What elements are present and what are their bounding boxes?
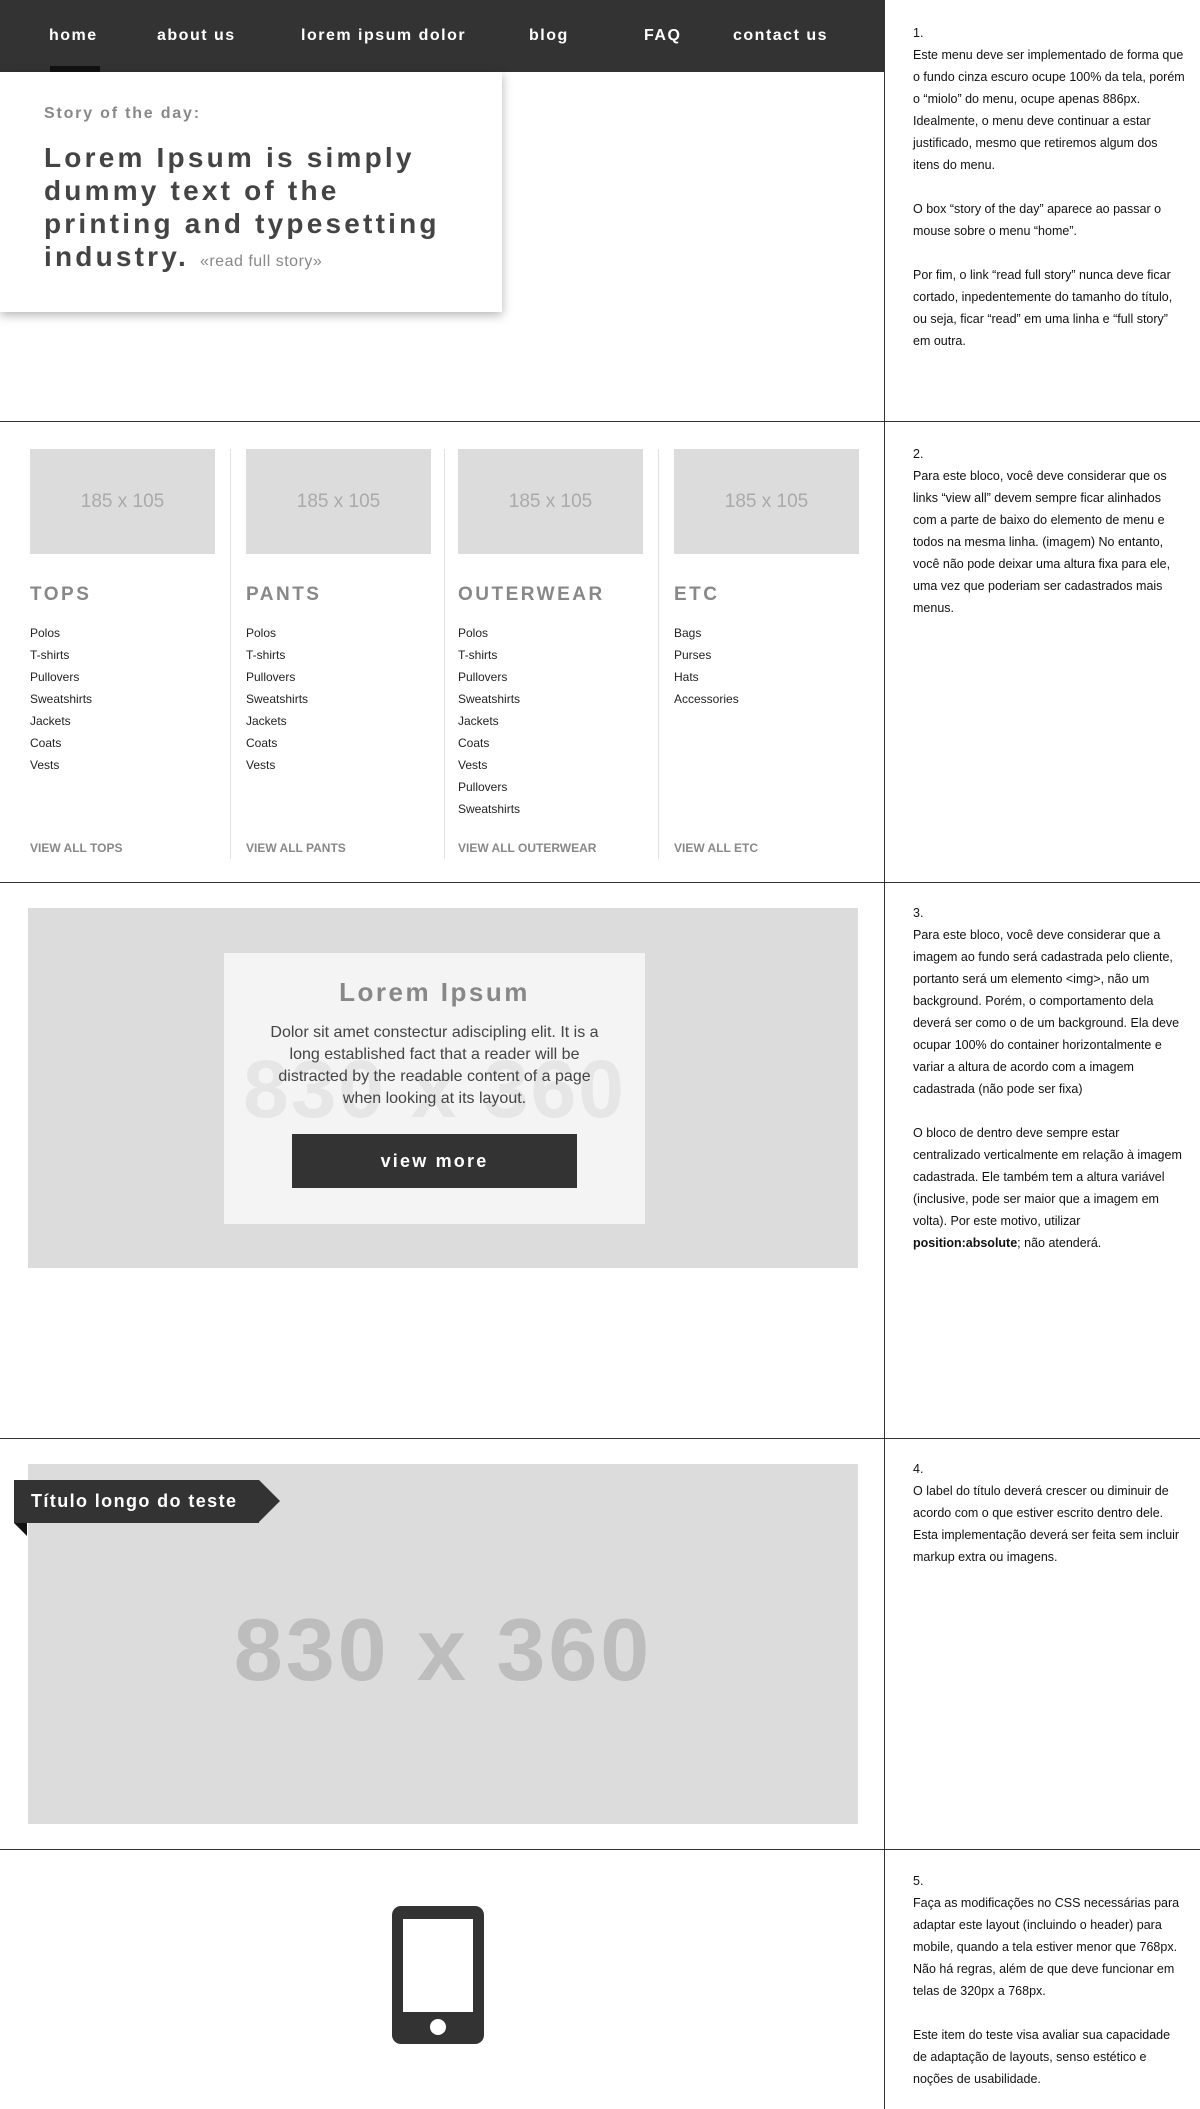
category-title: ETC xyxy=(674,584,720,605)
list-item[interactable]: Vests xyxy=(458,754,643,776)
list-item[interactable]: Pullovers xyxy=(458,666,643,688)
note-4: 4. O label do título deverá crescer ou d… xyxy=(913,1458,1185,1568)
promo-text: Dolor sit amet constectur adiscipling el… xyxy=(270,1024,599,1107)
list-item[interactable]: Polos xyxy=(246,622,431,644)
view-more-button[interactable]: view more xyxy=(292,1134,577,1188)
note-paragraph: Este item do teste visa avaliar sua capa… xyxy=(913,2028,1171,2086)
story-label: Story of the day: xyxy=(44,105,201,122)
column-divider xyxy=(444,449,445,859)
list-item[interactable]: Coats xyxy=(30,732,215,754)
nav-item-contact-us[interactable]: contact us xyxy=(733,0,828,72)
promo-banner-image: 830 x 360 Lorem Ipsum Dolor sit amet con… xyxy=(28,908,858,1268)
note-3: 3. Para este bloco, você deve considerar… xyxy=(913,902,1185,1254)
promo-content-box: 830 x 360 Lorem Ipsum Dolor sit amet con… xyxy=(224,953,645,1224)
list-item[interactable]: Jackets xyxy=(30,710,215,732)
category-title: OUTERWEAR xyxy=(458,584,605,605)
read-full-story-link[interactable]: «read full story» xyxy=(200,253,322,270)
note-number: 2. xyxy=(913,447,924,461)
category-column-outerwear: 185 x 105 OUTERWEAR Polos T-shirts Pullo… xyxy=(458,449,643,859)
main-nav: home about us lorem ipsum dolor blog FAQ… xyxy=(0,0,885,72)
note-1: 1. Este menu deve ser implementado de fo… xyxy=(913,22,1185,352)
note-5: 5. Faça as modificações no CSS necessári… xyxy=(913,1870,1185,2090)
note-paragraph: Faça as modificações no CSS necessárias … xyxy=(913,1896,1180,1998)
category-column-pants: 185 x 105 PANTS Polos T-shirts Pullovers… xyxy=(246,449,431,859)
category-column-tops: 185 x 105 TOPS Polos T-shirts Pullovers … xyxy=(30,449,215,859)
list-item[interactable]: Jackets xyxy=(458,710,643,732)
list-item[interactable]: Accessories xyxy=(674,688,859,710)
list-item[interactable]: Jackets xyxy=(246,710,431,732)
note-number: 3. xyxy=(913,906,924,920)
note-paragraph: O label do título deverá crescer ou dimi… xyxy=(913,1484,1180,1564)
list-item[interactable]: Polos xyxy=(458,622,643,644)
category-column-etc: 185 x 105 ETC Bags Purses Hats Accessori… xyxy=(674,449,859,859)
note-number: 5. xyxy=(913,1874,924,1888)
note-paragraph: Para este bloco, você deve considerar qu… xyxy=(913,469,1171,615)
view-all-etc-link[interactable]: VIEW ALL ETC xyxy=(674,841,758,855)
list-item[interactable]: Coats xyxy=(458,732,643,754)
nav-item-lorem-ipsum-dolor[interactable]: lorem ipsum dolor xyxy=(301,0,466,72)
mobile-phone-icon xyxy=(392,1906,484,2044)
list-item[interactable]: T-shirts xyxy=(30,644,215,666)
list-item[interactable]: Coats xyxy=(246,732,431,754)
category-thumbnail: 185 x 105 xyxy=(30,449,215,554)
list-item[interactable]: Vests xyxy=(30,754,215,776)
category-list: Polos T-shirts Pullovers Sweatshirts Jac… xyxy=(30,622,215,776)
nav-item-about-us[interactable]: about us xyxy=(157,0,236,72)
list-item[interactable]: Hats xyxy=(674,666,859,688)
note-2: 2. Para este bloco, você deve considerar… xyxy=(913,443,1185,619)
note-paragraph: Por fim, o link “read full story” nunca … xyxy=(913,268,1173,348)
list-item[interactable]: Pullovers xyxy=(458,776,643,798)
section-divider xyxy=(0,1849,1200,1850)
list-item[interactable]: Bags xyxy=(674,622,859,644)
list-item[interactable]: Pullovers xyxy=(246,666,431,688)
list-item[interactable]: Pullovers xyxy=(30,666,215,688)
note-number: 1. xyxy=(913,26,924,40)
note-text: O bloco de dentro deve sempre estar cent… xyxy=(913,1126,1182,1228)
category-thumbnail: 185 x 105 xyxy=(246,449,431,554)
nav-item-faq[interactable]: FAQ xyxy=(644,0,681,72)
list-item[interactable]: Purses xyxy=(674,644,859,666)
list-item[interactable]: Sweatshirts xyxy=(246,688,431,710)
note-paragraph: O bloco de dentro deve sempre estar cent… xyxy=(913,1122,1185,1254)
category-list: Polos T-shirts Pullovers Sweatshirts Jac… xyxy=(246,622,431,776)
note-paragraph: Para este bloco, você deve considerar qu… xyxy=(913,928,1180,1096)
list-item[interactable]: Sweatshirts xyxy=(30,688,215,710)
category-thumbnail: 185 x 105 xyxy=(458,449,643,554)
promo-title: Lorem Ipsum xyxy=(339,977,530,1007)
image-size-placeholder: 830 x 360 xyxy=(233,1600,653,1699)
title-ribbon-label: Título longo do teste xyxy=(14,1480,281,1523)
column-divider xyxy=(658,449,659,859)
category-title: PANTS xyxy=(246,584,322,605)
section-divider xyxy=(0,882,1200,883)
column-divider xyxy=(230,449,231,859)
list-item[interactable]: Sweatshirts xyxy=(458,688,643,710)
note-paragraph: Este menu deve ser implementado de forma… xyxy=(913,48,1185,172)
list-item[interactable]: Polos xyxy=(30,622,215,644)
story-of-the-day-box: Story of the day: Lorem Ipsum is simply … xyxy=(0,72,502,312)
list-item[interactable]: T-shirts xyxy=(246,644,431,666)
note-number: 4. xyxy=(913,1462,924,1476)
note-text: ; não atenderá. xyxy=(1017,1236,1102,1250)
category-list: Polos T-shirts Pullovers Sweatshirts Jac… xyxy=(458,622,643,820)
list-item[interactable]: Sweatshirts xyxy=(458,798,643,820)
nav-item-blog[interactable]: blog xyxy=(529,0,569,72)
category-title: TOPS xyxy=(30,584,92,605)
ribbon-fold xyxy=(14,1523,27,1536)
note-bold-text: position:absolute xyxy=(913,1236,1018,1250)
nav-item-home[interactable]: home xyxy=(49,0,98,72)
list-item[interactable]: Vests xyxy=(246,754,431,776)
story-title: Lorem Ipsum is simply dummy text of the … xyxy=(44,141,458,278)
view-all-outerwear-link[interactable]: VIEW ALL OUTERWEAR xyxy=(458,841,596,855)
view-all-tops-link[interactable]: VIEW ALL TOPS xyxy=(30,841,122,855)
section-divider xyxy=(0,421,1200,422)
list-item[interactable]: T-shirts xyxy=(458,644,643,666)
main-content: home about us lorem ipsum dolor blog FAQ… xyxy=(0,0,885,2109)
section-divider xyxy=(0,1438,1200,1439)
category-list: Bags Purses Hats Accessories xyxy=(674,622,859,710)
category-thumbnail: 185 x 105 xyxy=(674,449,859,554)
note-paragraph: O box “story of the day” aparece ao pass… xyxy=(913,202,1162,238)
view-all-pants-link[interactable]: VIEW ALL PANTS xyxy=(246,841,346,855)
